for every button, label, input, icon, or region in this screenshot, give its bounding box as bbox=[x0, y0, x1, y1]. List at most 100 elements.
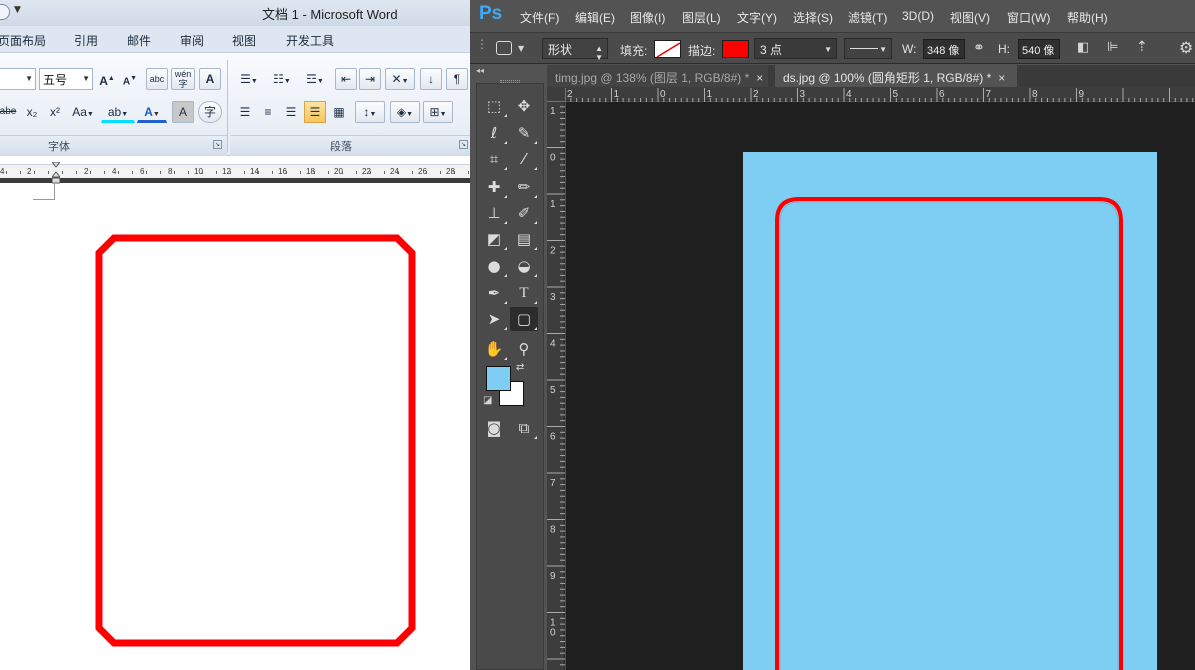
menu-view[interactable]: 视图(V) bbox=[950, 9, 990, 26]
ruler-number: 8 bbox=[550, 525, 556, 536]
brush-tool-icon[interactable]: ✏ bbox=[510, 175, 538, 199]
tool-preset-icon[interactable] bbox=[496, 41, 512, 55]
stroke-swatch[interactable] bbox=[722, 40, 749, 58]
ruler-number: 0 bbox=[550, 153, 556, 164]
ruler-corner[interactable] bbox=[547, 87, 565, 101]
foreground-color-swatch[interactable] bbox=[486, 366, 511, 391]
doc-tab-timg[interactable]: timg.jpg @ 138% (图层 1, RGB/8#) * × bbox=[547, 65, 768, 87]
zoom-tool-icon[interactable]: ⚲ bbox=[510, 337, 538, 361]
width-field[interactable]: 348 像 bbox=[923, 39, 965, 59]
ruler-number: 4 bbox=[846, 89, 852, 100]
history-brush-tool-icon[interactable]: ✐ bbox=[510, 201, 538, 225]
move-tool-icon[interactable]: ✥ bbox=[510, 94, 538, 118]
default-colors-icon[interactable]: ◪ bbox=[483, 395, 492, 406]
menu-edit[interactable]: 编辑(E) bbox=[575, 9, 615, 26]
ruler-number: 0 bbox=[550, 628, 556, 639]
ps-ruler-horizontal[interactable]: 2 1 0 1 2 3 4 5 6 7 8 9 bbox=[564, 87, 1195, 102]
menu-image[interactable]: 图像(I) bbox=[630, 9, 665, 26]
ruler-number: 0 bbox=[660, 89, 666, 100]
menu-layer[interactable]: 图层(L) bbox=[682, 9, 721, 26]
ps-ruler-vertical[interactable]: 1012345678910 bbox=[547, 100, 565, 670]
ps-document-canvas[interactable] bbox=[743, 152, 1157, 670]
width-label: W: bbox=[902, 42, 917, 56]
ruler-number: 1 bbox=[550, 199, 556, 210]
type-tool-icon[interactable]: T bbox=[510, 281, 538, 305]
ruler-number: 1 bbox=[707, 89, 713, 100]
eyedropper-tool-icon[interactable]: ⁄ bbox=[510, 147, 538, 171]
stroke-width-value: 3 点 bbox=[760, 43, 783, 57]
ps-menubar: Ps 文件(F) 编辑(E) 图像(I) 图层(L) 文字(Y) 选择(S) 滤… bbox=[470, 0, 1195, 32]
link-icon[interactable]: ⚭ bbox=[973, 40, 985, 56]
stroke-type-dropdown[interactable]: ▼ bbox=[844, 38, 892, 59]
ruler-horizontal-ticks: 2 1 0 1 2 3 4 5 6 7 8 9 bbox=[564, 88, 1194, 102]
mode-dropdown[interactable]: 形状 ▲ ▼ bbox=[542, 38, 608, 62]
menu-file[interactable]: 文件(F) bbox=[520, 9, 559, 26]
menu-window[interactable]: 窗口(W) bbox=[1007, 9, 1050, 26]
menu-filter[interactable]: 滤镜(T) bbox=[848, 9, 887, 26]
height-label: H: bbox=[998, 42, 1010, 56]
doc-tab-ds[interactable]: ds.jpg @ 100% (圆角矩形 1, RGB/8#) * × bbox=[775, 65, 1017, 87]
ruler-number: 6 bbox=[939, 89, 945, 100]
quick-select-tool-icon[interactable]: ✎ bbox=[510, 121, 538, 145]
path-arrangement-icon[interactable]: ⇡ bbox=[1136, 39, 1148, 55]
height-field[interactable]: 540 像 bbox=[1018, 39, 1060, 59]
ruler-number: 4 bbox=[550, 339, 556, 350]
ruler-number: 3 bbox=[800, 89, 806, 100]
rounded-rectangle-tool-icon[interactable]: ▢ bbox=[510, 307, 538, 331]
hand-tool-icon[interactable]: ✋ bbox=[480, 337, 508, 361]
word-canvas bbox=[95, 234, 416, 647]
ruler-number: 3 bbox=[550, 292, 556, 303]
menu-type[interactable]: 文字(Y) bbox=[737, 9, 777, 26]
stroke-label: 描边: bbox=[688, 44, 716, 58]
ruler-number: 2 bbox=[550, 246, 556, 257]
ruler-number: 5 bbox=[893, 89, 899, 100]
ps-options-bar: ⋮ ▼ 形状 ▲ ▼ 填充: 描边: 3 点 ▼ ▼ W: 348 像 ⚭ H: 54… bbox=[470, 32, 1195, 64]
mode-value: 形状 bbox=[548, 43, 573, 57]
dodge-tool-icon[interactable]: ◒ bbox=[510, 254, 538, 278]
crop-tool-icon[interactable]: ⌗ bbox=[480, 147, 508, 171]
swap-colors-icon[interactable]: ⇄ bbox=[516, 362, 524, 373]
ruler-number: 2 bbox=[753, 89, 759, 100]
fill-swatch[interactable] bbox=[654, 40, 681, 58]
lasso-tool-icon[interactable]: ℓ bbox=[480, 121, 508, 145]
ruler-number: 2 bbox=[567, 89, 573, 100]
ruler-vertical-ticks: 1012345678910 bbox=[547, 100, 565, 666]
doc-tab-timg-close[interactable]: × bbox=[756, 71, 763, 85]
ruler-number: 6 bbox=[550, 432, 556, 443]
octagon-shape[interactable] bbox=[95, 234, 416, 647]
stroke-line-icon bbox=[850, 48, 878, 50]
ruler-number: 7 bbox=[986, 89, 992, 100]
menu-3d[interactable]: 3D(D) bbox=[902, 9, 934, 23]
menu-select[interactable]: 选择(S) bbox=[793, 9, 833, 26]
photoshop-window: Ps 文件(F) 编辑(E) 图像(I) 图层(L) 文字(Y) 选择(S) 滤… bbox=[470, 0, 1195, 670]
ruler-number: 1 bbox=[550, 106, 556, 117]
path-alignment-icon[interactable]: ⊫ bbox=[1107, 40, 1118, 55]
blur-tool-icon[interactable]: ● bbox=[480, 254, 508, 278]
ruler-number: 7 bbox=[550, 478, 556, 489]
fill-label: 填充: bbox=[620, 44, 648, 58]
tool-preset-dropdown-icon[interactable]: ▼ bbox=[518, 44, 524, 53]
collapse-panel-icon[interactable]: ◂◂ bbox=[476, 66, 484, 75]
options-grip-icon: ⋮ bbox=[476, 37, 488, 51]
menu-help[interactable]: 帮助(H) bbox=[1067, 9, 1108, 26]
ps-document-tabs: timg.jpg @ 138% (图层 1, RGB/8#) * × ds.jpg… bbox=[547, 65, 1195, 87]
screen-mode-icon[interactable]: ⧉ bbox=[510, 416, 538, 440]
gradient-tool-icon[interactable]: ▤ bbox=[510, 227, 538, 251]
ruler-number: 5 bbox=[550, 385, 556, 396]
ps-toolbar: ⬚ ✥ ℓ ✎ ⌗ ⁄ ✚ ✏ ⊥ ✐ ◩ ▤ ● ◒ ✒ T ➤ ▢ ✋ ⚲ … bbox=[476, 83, 544, 670]
quick-mask-icon[interactable]: ◙ bbox=[480, 416, 508, 440]
pen-tool-icon[interactable]: ✒ bbox=[480, 281, 508, 305]
path-operations-icon[interactable]: ◧ bbox=[1077, 40, 1089, 55]
clone-stamp-tool-icon[interactable]: ⊥ bbox=[480, 201, 508, 225]
healing-brush-tool-icon[interactable]: ✚ bbox=[480, 175, 508, 199]
ruler-number: 8 bbox=[1032, 89, 1038, 100]
ruler-number: 9 bbox=[550, 571, 556, 582]
path-selection-tool-icon[interactable]: ➤ bbox=[480, 307, 508, 331]
canvas-background bbox=[743, 152, 1157, 670]
settings-gear-icon[interactable]: ⚙ bbox=[1179, 38, 1193, 57]
doc-tab-timg-label: timg.jpg @ 138% (图层 1, RGB/8#) * bbox=[555, 71, 750, 85]
stroke-width-field[interactable]: 3 点 ▼ bbox=[754, 38, 837, 59]
marquee-tool-icon[interactable]: ⬚ bbox=[480, 94, 508, 118]
eraser-tool-icon[interactable]: ◩ bbox=[480, 227, 508, 251]
doc-tab-ds-close[interactable]: × bbox=[998, 71, 1005, 85]
